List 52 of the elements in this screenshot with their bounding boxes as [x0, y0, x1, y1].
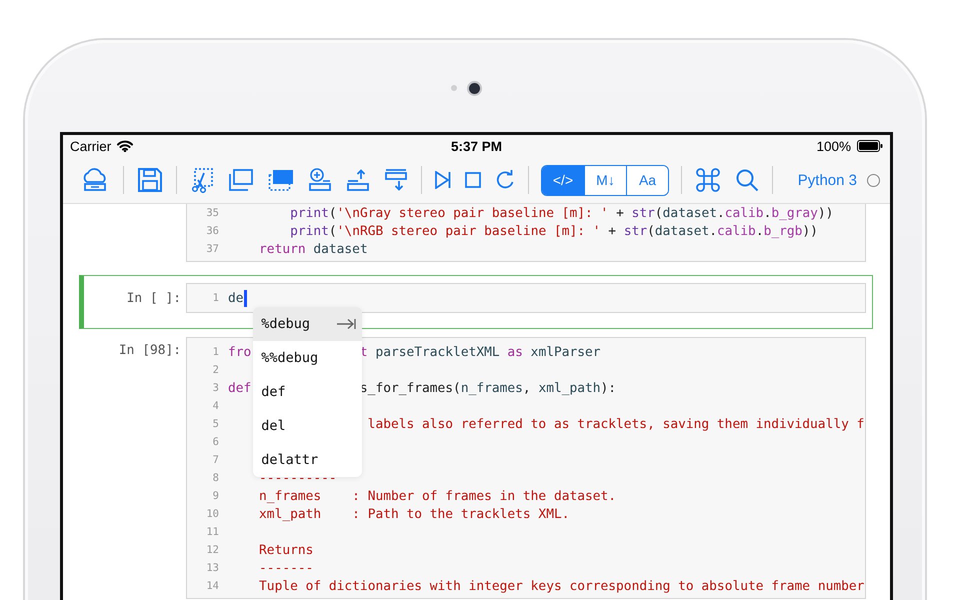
code-line: Tuple of dictionaries with integer keys corresponding to absolute frame number	[258, 578, 864, 594]
line-number: 8	[212, 472, 219, 484]
battery-icon	[857, 140, 883, 152]
line-number: 7	[212, 454, 219, 466]
sensor-icon	[451, 85, 457, 91]
code-line: return dataset	[258, 242, 368, 256]
code-editor[interactable]	[186, 337, 866, 599]
line-number: 1	[212, 292, 219, 304]
code-line: labels also referred to as tracklets, saving them individually f	[366, 416, 864, 432]
code-line: def	[228, 380, 252, 396]
line-number: 10	[205, 508, 219, 520]
kernel-name[interactable]: Python 3	[798, 172, 857, 188]
line-number: 3	[212, 382, 219, 394]
cell-prompt: In [98]:	[118, 343, 181, 358]
wifi-icon	[117, 140, 134, 152]
line-number: 35	[205, 207, 219, 219]
line-number: 12	[205, 544, 219, 556]
completion-item[interactable]: def	[253, 375, 362, 409]
code-line: xml_path : Path to the tracklets XML.	[258, 506, 570, 522]
code-line: fro	[228, 344, 252, 360]
cell-prompt: In [ ]:	[126, 291, 181, 306]
line-number: 37	[205, 243, 219, 255]
tab-key-icon	[336, 318, 356, 330]
line-number: 11	[205, 526, 219, 538]
code-line: de	[228, 290, 244, 306]
code-line: print('\nRGB stereo pair baseline [m]: ' + str(dataset.calib.b_rgb))	[289, 224, 818, 238]
line-number: 36	[205, 225, 219, 237]
code-editor[interactable]: 1 de	[186, 283, 866, 313]
status-time: 5:37 PM	[450, 138, 502, 154]
code-line: n_frames : Number of frames in the dataset.	[258, 488, 616, 504]
line-number: 4	[212, 400, 219, 412]
line-number: 6	[212, 436, 219, 448]
completion-item[interactable]: %%debug	[253, 341, 362, 375]
code-line: Returns	[258, 542, 314, 558]
camera-icon	[469, 82, 480, 94]
code-line: -------	[258, 560, 314, 576]
code-line: s_for_frames(n_frames, xml_path):	[360, 380, 616, 396]
code-editor[interactable]: 35 print('\nGray stereo pair baseline [m]: ' + str(dataset.calib.b_gray)) 36 print('\nRGB stereo pair baseline [m]: ' + str(dataset.calib.b_rgb)) 37 return dataset	[186, 204, 866, 262]
line-number: 2	[212, 364, 219, 376]
code-line: print('\nGray stereo pair baseline [m]: ' + str(dataset.calib.b_gray))	[289, 206, 834, 220]
line-number: 1	[212, 346, 219, 358]
line-number: 14	[205, 580, 219, 592]
battery-label: 100%	[816, 138, 851, 154]
line-number: 13	[205, 562, 219, 574]
mode-tab[interactable]: M↓	[584, 166, 626, 194]
completion-item[interactable]: del	[253, 409, 362, 443]
completion-item[interactable]: %debug	[253, 307, 362, 341]
mode-tab[interactable]: Aa	[626, 166, 668, 194]
line-number: 5	[212, 418, 219, 430]
mode-tab[interactable]: </>	[542, 166, 584, 194]
line-number: 9	[212, 490, 219, 502]
carrier-label: Carrier	[70, 138, 112, 154]
